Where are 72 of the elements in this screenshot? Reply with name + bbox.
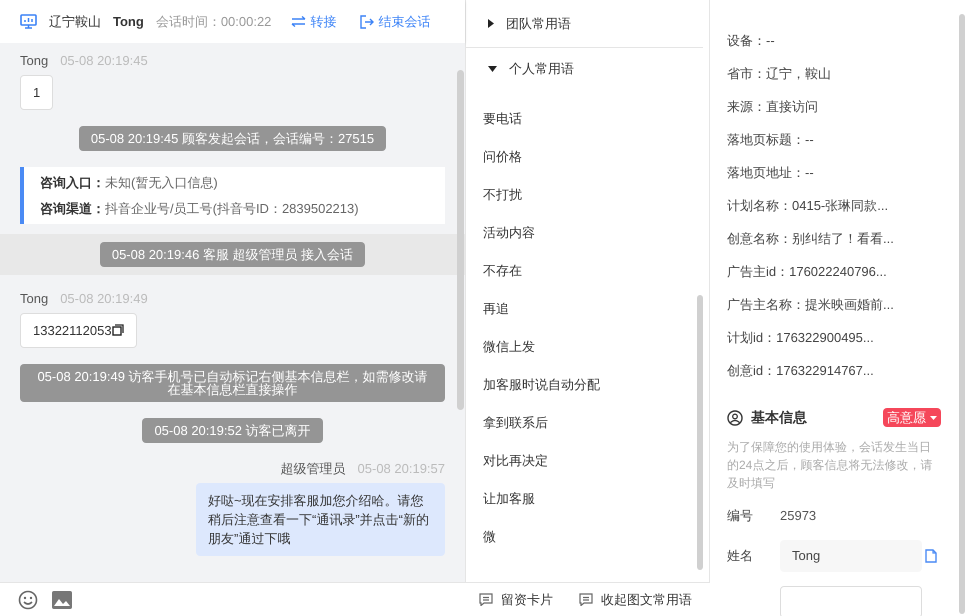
caret-down-icon <box>488 66 497 72</box>
caret-right-icon <box>488 19 494 28</box>
scrollbar[interactable] <box>959 14 965 614</box>
phrase-item[interactable]: 让加客服 <box>466 480 709 518</box>
field-label: 姓名 <box>727 546 754 565</box>
phrase-item[interactable]: 对比再决定 <box>466 442 709 480</box>
intent-tag[interactable]: 高意愿 <box>883 408 941 427</box>
section-title: 基本信息 <box>751 408 807 427</box>
message-bubble: 好哒~现在安排客服加您介绍哈。请您稍后注意查看一下“通讯录”并点击“新的朋友”通过下哦 <box>196 482 445 556</box>
name-input[interactable]: Tong <box>780 540 922 572</box>
collapse-phrases-button[interactable]: 收起图文常用语 <box>579 590 692 610</box>
info-label: 咨询入口： <box>40 174 105 192</box>
phrase-item[interactable]: 微信上发 <box>466 328 709 366</box>
phrase-item[interactable]: 要电话 <box>466 100 709 138</box>
system-notice: 05-08 20:19:52 访客已离开 <box>142 418 323 443</box>
system-notice: 05-08 20:19:46 客服 超级管理员 接入会话 <box>100 242 366 267</box>
source-info-row-text: 来源：直接访问 <box>727 98 819 116</box>
scrollbar[interactable] <box>457 70 464 410</box>
message-text: 13322112053 <box>33 322 112 340</box>
sender-name: Tong <box>20 290 48 308</box>
session-duration: 会话时间：00:00:22 <box>156 12 272 31</box>
sender-name: 超级管理员 <box>280 460 346 478</box>
phrase-item[interactable]: 拿到联系后 <box>466 404 709 442</box>
phrase-item[interactable]: 再追 <box>466 290 709 328</box>
phrase-group-header[interactable]: 团队常用语 <box>466 0 703 48</box>
lead-card-button[interactable]: 留资卡片 <box>479 590 553 610</box>
phrase-item[interactable]: 加客服时说自动分配 <box>466 366 709 404</box>
message-time: 05-08 20:19:57 <box>358 460 445 478</box>
scrollbar[interactable] <box>697 295 703 570</box>
phrase-item[interactable]: 不存在 <box>466 252 709 290</box>
source-info-row-text: 设备：-- <box>727 32 776 50</box>
input-field[interactable] <box>780 586 922 616</box>
smile-icon[interactable] <box>18 590 38 610</box>
monitor-icon <box>20 14 37 29</box>
system-notice: 05-08 20:19:45 顾客发起会话，会话编号：27515 <box>78 126 386 151</box>
message-text: 1 <box>33 84 40 102</box>
system-notice: 05-08 20:19:49 访客手机号已自动标记右侧基本信息栏，如需修改请在基本信息栏直接操作 <box>20 364 445 402</box>
location-text: 辽宁鞍山 <box>49 12 101 31</box>
source-info-row-text: 广告主名称：提米映画婚前... <box>727 296 895 314</box>
message-time: 05-08 20:19:45 <box>60 52 148 70</box>
end-session-button[interactable]: 结束会话 <box>360 12 430 32</box>
source-info-row-text: 计划id：176322900495... <box>727 328 875 347</box>
message-icon <box>579 593 593 606</box>
message-icon <box>479 593 493 606</box>
transfer-button[interactable]: 转接 <box>291 12 336 32</box>
sender-name: Tong <box>20 52 48 70</box>
field-label: 编号 <box>727 507 754 525</box>
message-time: 05-08 20:19:49 <box>60 290 148 308</box>
user-circle-icon <box>727 410 743 426</box>
phrase-item[interactable]: 问价格 <box>466 138 709 176</box>
visitor-name: Tong <box>113 12 144 31</box>
field-value: 25973 <box>780 507 816 525</box>
source-info-row-text: 省市：辽宁，鞍山 <box>727 64 832 83</box>
copy-icon[interactable] <box>112 324 124 336</box>
source-info-row-text: 计划名称：0415-张琳同款... <box>727 196 890 215</box>
source-info-row-text: 落地页标题：-- <box>727 130 815 149</box>
info-value: 抖音企业号/员工号(抖音号ID：2839502213) <box>105 200 359 218</box>
source-info-row-text: 广告主id：176022240796... <box>727 262 888 281</box>
phrase-group-header[interactable]: 个人常用语 <box>466 48 709 90</box>
info-label: 咨询渠道： <box>40 200 105 218</box>
image-icon[interactable] <box>52 590 72 608</box>
exit-icon <box>360 14 374 28</box>
phrase-item[interactable]: 微 <box>466 518 709 556</box>
caret-down-icon <box>930 416 937 420</box>
swap-icon <box>291 16 306 27</box>
phrase-item[interactable]: 活动内容 <box>466 214 709 252</box>
source-info-row-text: 创意id：176322914767... <box>727 362 875 380</box>
info-value: 未知(暂无入口信息) <box>105 174 218 192</box>
notice-text: 为了保障您的使用体验，会话发生当日的24点之后，顾客信息将无法修改，请及时填写 <box>727 439 934 492</box>
source-info-row-text: 创意名称：别纠结了！看看... <box>727 230 895 248</box>
phrase-item[interactable]: 不打扰 <box>466 176 709 214</box>
source-info-row-text: 落地页地址：-- <box>727 164 815 182</box>
